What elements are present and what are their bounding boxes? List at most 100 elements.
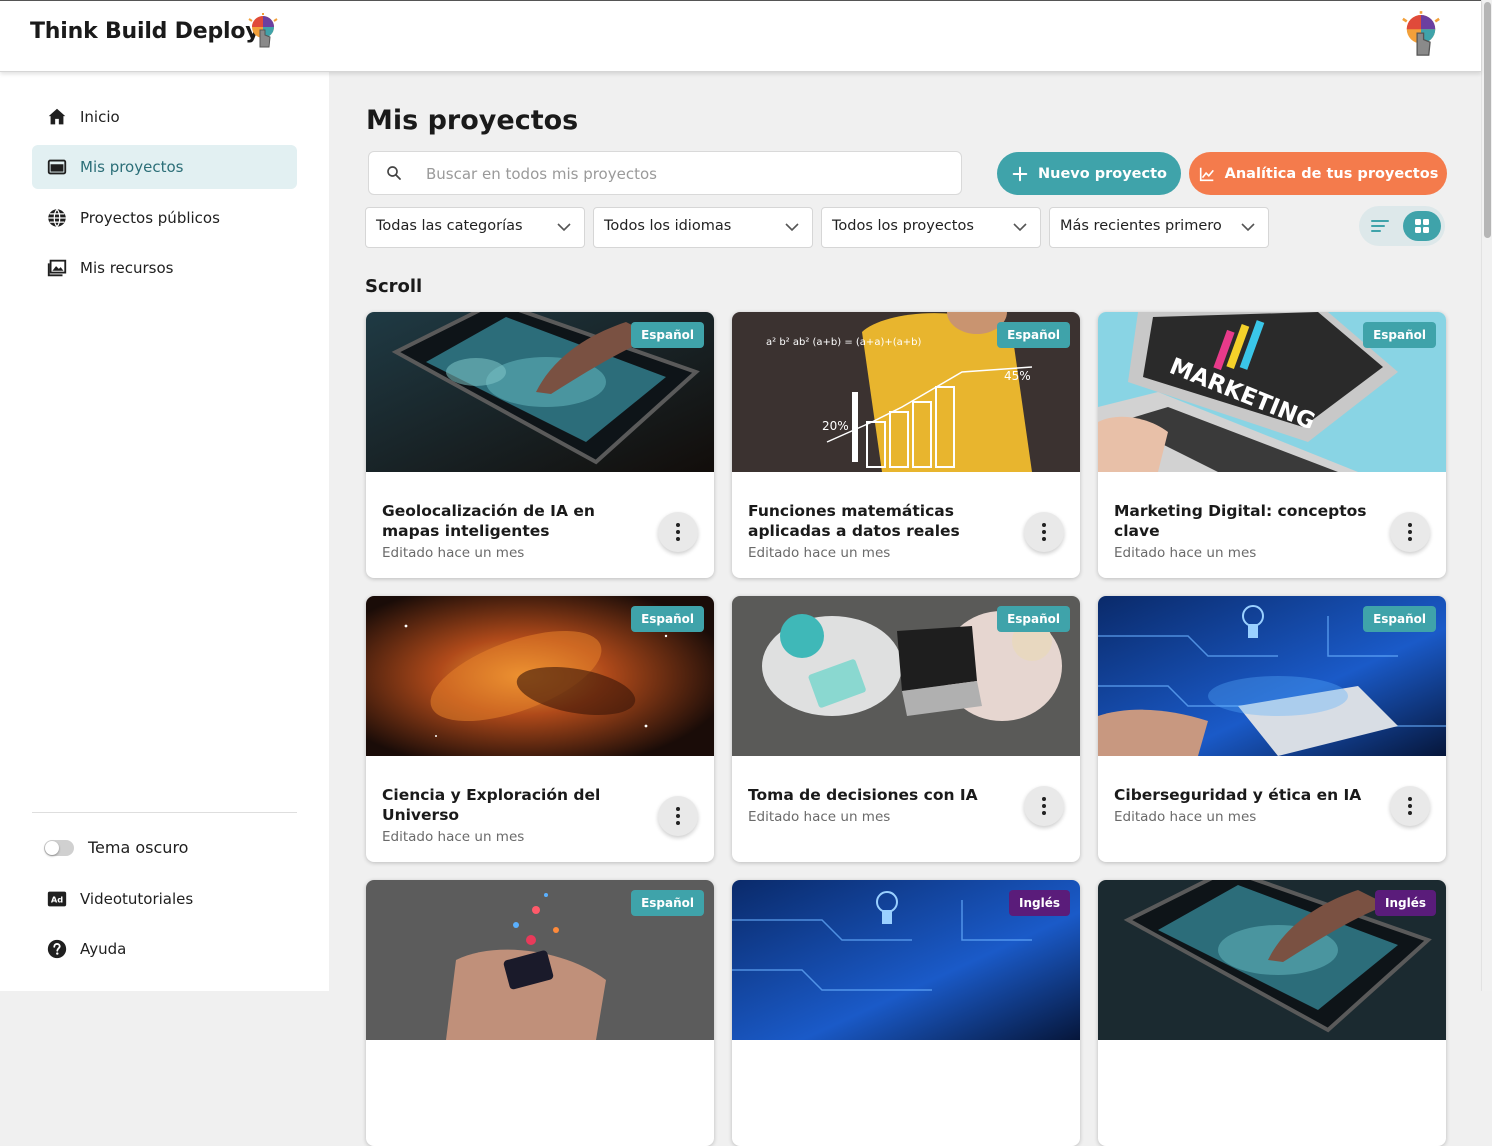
sidebar-item-inicio[interactable]: Inicio — [32, 95, 297, 139]
card-menu-button[interactable] — [1024, 512, 1064, 552]
language-badge: Inglés — [1009, 890, 1070, 916]
sidebar-item-mis-recursos[interactable]: Mis recursos — [32, 246, 297, 290]
view-mode-toggle — [1359, 206, 1445, 246]
search-input[interactable] — [424, 161, 948, 187]
scrollbar-thumb[interactable] — [1484, 2, 1491, 238]
sidebar-item-label: Inicio — [80, 108, 120, 126]
category-filter-value: Todas las categorías — [376, 218, 523, 234]
sidebar-item-label: Mis proyectos — [80, 158, 184, 176]
list-view-icon[interactable] — [1369, 216, 1391, 236]
help-icon — [47, 939, 67, 959]
images-icon — [47, 259, 67, 277]
math-percent-high: 45% — [1004, 369, 1031, 383]
page-scrollbar[interactable] — [1481, 0, 1492, 991]
sidebar: Inicio Mis proyectos Proyectos públicos … — [0, 71, 329, 991]
card-menu-button[interactable] — [1390, 786, 1430, 826]
project-card[interactable]: Español Geolocalización de IA en mapas i… — [366, 312, 714, 578]
app-header: Think Build Deploy — [0, 0, 1481, 72]
card-menu-button[interactable] — [1024, 786, 1064, 826]
project-card[interactable]: Español Toma de decisiones con IA Editad… — [732, 596, 1080, 862]
math-formula-text: a² b² ab² (a+b) = (a+a)+(a+b) — [766, 337, 921, 348]
more-vertical-icon — [1042, 797, 1046, 815]
card-edited-meta: Editado hace un mes — [1114, 809, 1257, 825]
language-badge: Español — [1363, 322, 1436, 348]
math-percent-low: 20% — [822, 419, 849, 433]
project-card[interactable]: MARKETING Español Marketing Digital: con… — [1098, 312, 1446, 578]
ad-icon: Ad — [47, 891, 67, 907]
project-type-filter-select[interactable]: Todos los proyectos — [821, 207, 1041, 248]
language-badge: Español — [997, 606, 1070, 632]
sidebar-item-label: Videotutoriales — [80, 890, 194, 908]
new-project-label: Nuevo proyecto — [1037, 165, 1168, 182]
language-badge: Español — [631, 606, 704, 632]
chevron-down-icon — [1241, 223, 1255, 232]
language-filter-select[interactable]: Todos los idiomas — [593, 207, 813, 248]
more-vertical-icon — [676, 807, 680, 825]
card-title: Geolocalización de IA en mapas inteligen… — [382, 502, 595, 540]
project-card[interactable]: Español Ciberseguridad y ética en IA Edi… — [1098, 596, 1446, 862]
new-project-button[interactable]: Nuevo proyecto — [997, 152, 1181, 195]
sidebar-item-label: Mis recursos — [80, 259, 174, 277]
language-badge: Español — [1363, 606, 1436, 632]
sidebar-item-mis-proyectos[interactable]: Mis proyectos — [32, 145, 297, 189]
language-filter-value: Todos los idiomas — [604, 218, 732, 234]
card-edited-meta: Editado hace un mes — [1114, 545, 1257, 561]
card-title: Funciones matemáticas aplicadas a datos … — [748, 502, 960, 540]
section-title: Scroll — [365, 276, 423, 297]
project-card[interactable]: Inglés — [732, 880, 1080, 1146]
more-vertical-icon — [676, 523, 680, 541]
chart-line-icon — [1199, 167, 1214, 181]
card-title: Marketing Digital: conceptos clave — [1114, 502, 1367, 540]
card-title: Ciberseguridad y ética en IA — [1114, 786, 1362, 804]
grid-view-icon — [1415, 219, 1429, 233]
user-avatar-icon[interactable] — [1399, 11, 1443, 63]
language-badge: Español — [631, 890, 704, 916]
project-card[interactable]: Español Ciencia y Exploración del Univer… — [366, 596, 714, 862]
card-menu-button[interactable] — [658, 512, 698, 552]
sidebar-item-videotutoriales[interactable]: Ad Videotutoriales — [32, 877, 297, 921]
project-type-filter-value: Todos los proyectos — [832, 218, 974, 234]
search-icon — [387, 166, 401, 180]
project-card[interactable]: Español — [366, 880, 714, 1146]
sidebar-item-ayuda[interactable]: Ayuda — [32, 927, 297, 971]
sidebar-item-label: Proyectos públicos — [80, 209, 220, 227]
chevron-down-icon — [557, 223, 571, 232]
dark-theme-toggle[interactable] — [44, 840, 74, 856]
card-menu-button[interactable] — [1390, 512, 1430, 552]
card-title: Ciencia y Exploración del Universo — [382, 786, 601, 824]
toggle-knob — [45, 841, 59, 855]
card-edited-meta: Editado hace un mes — [382, 829, 525, 845]
card-edited-meta: Editado hace un mes — [382, 545, 525, 561]
project-card[interactable]: Inglés — [1098, 880, 1446, 1146]
sidebar-divider — [32, 812, 297, 813]
plus-icon — [1012, 166, 1028, 181]
language-badge: Inglés — [1375, 890, 1436, 916]
language-badge: Español — [631, 322, 704, 348]
svg-text:Ad: Ad — [51, 895, 63, 905]
more-vertical-icon — [1408, 797, 1412, 815]
brand-title[interactable]: Think Build Deploy — [30, 19, 260, 44]
page-title: Mis proyectos — [366, 105, 579, 136]
grid-view-button[interactable] — [1403, 211, 1441, 241]
globe-icon — [48, 208, 66, 228]
analytics-button[interactable]: Analítica de tus proyectos — [1189, 152, 1447, 195]
category-filter-select[interactable]: Todas las categorías — [365, 207, 585, 248]
projects-icon — [47, 159, 67, 175]
project-card[interactable]: a² b² ab² (a+b) = (a+a)+(a+b) 45% 20% Es… — [732, 312, 1080, 578]
card-menu-button[interactable] — [658, 796, 698, 836]
dark-theme-label: Tema oscuro — [88, 838, 189, 857]
chevron-down-icon — [785, 223, 799, 232]
more-vertical-icon — [1408, 523, 1412, 541]
language-badge: Español — [997, 322, 1070, 348]
card-edited-meta: Editado hace un mes — [748, 545, 891, 561]
sidebar-item-proyectos-publicos[interactable]: Proyectos públicos — [32, 196, 297, 240]
more-vertical-icon — [1042, 523, 1046, 541]
brand-logo-icon[interactable] — [246, 13, 280, 53]
search-field[interactable] — [368, 151, 962, 195]
sort-value: Más recientes primero — [1060, 218, 1222, 234]
sidebar-item-label: Ayuda — [80, 940, 127, 958]
card-title: Toma de decisiones con IA — [748, 786, 978, 804]
chevron-down-icon — [1013, 223, 1027, 232]
sort-select[interactable]: Más recientes primero — [1049, 207, 1269, 248]
home-icon — [48, 108, 66, 125]
